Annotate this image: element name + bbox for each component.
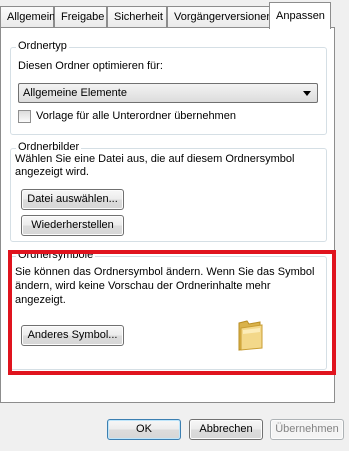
folder-pictures-group: Ordnerbilder Wählen Sie eine Datei aus, … bbox=[10, 141, 327, 242]
choose-file-button[interactable]: Datei auswählen... bbox=[21, 189, 124, 210]
tab-general[interactable]: Allgemein bbox=[0, 6, 55, 28]
folder-pictures-description: Wählen Sie eine Datei aus, die auf diese… bbox=[15, 153, 295, 178]
optimize-label: Diesen Ordner optimieren für: bbox=[18, 60, 163, 72]
tab-security[interactable]: Sicherheit bbox=[107, 6, 167, 28]
folder-type-title: Ordnertyp bbox=[16, 40, 69, 52]
tab-previous-versions[interactable]: Vorgängerversionen bbox=[167, 6, 272, 28]
tab-strip: Allgemein Freigabe Sicherheit Vorgängerv… bbox=[0, 0, 349, 29]
apply-button[interactable]: Übernehmen bbox=[270, 419, 344, 440]
chevron-down-icon bbox=[303, 91, 311, 96]
restore-button[interactable]: Wiederherstellen bbox=[21, 215, 124, 236]
tab-customize[interactable]: Anpassen bbox=[269, 2, 331, 29]
optimize-select[interactable]: Allgemeine Elemente bbox=[18, 83, 318, 103]
folder-type-group: Ordnertyp Diesen Ordner optimieren für: … bbox=[10, 40, 327, 135]
apply-subfolders-checkbox[interactable] bbox=[18, 110, 31, 123]
tab-sharing[interactable]: Freigabe bbox=[54, 6, 107, 28]
ok-button[interactable]: OK bbox=[107, 419, 181, 440]
folder-pictures-title: Ordnerbilder bbox=[16, 141, 82, 153]
optimize-select-value: Allgemeine Elemente bbox=[23, 87, 127, 99]
highlight-frame bbox=[8, 250, 336, 375]
cancel-button[interactable]: Abbrechen bbox=[189, 419, 263, 440]
apply-subfolders-label[interactable]: Vorlage für alle Unterordner übernehmen bbox=[36, 110, 236, 122]
